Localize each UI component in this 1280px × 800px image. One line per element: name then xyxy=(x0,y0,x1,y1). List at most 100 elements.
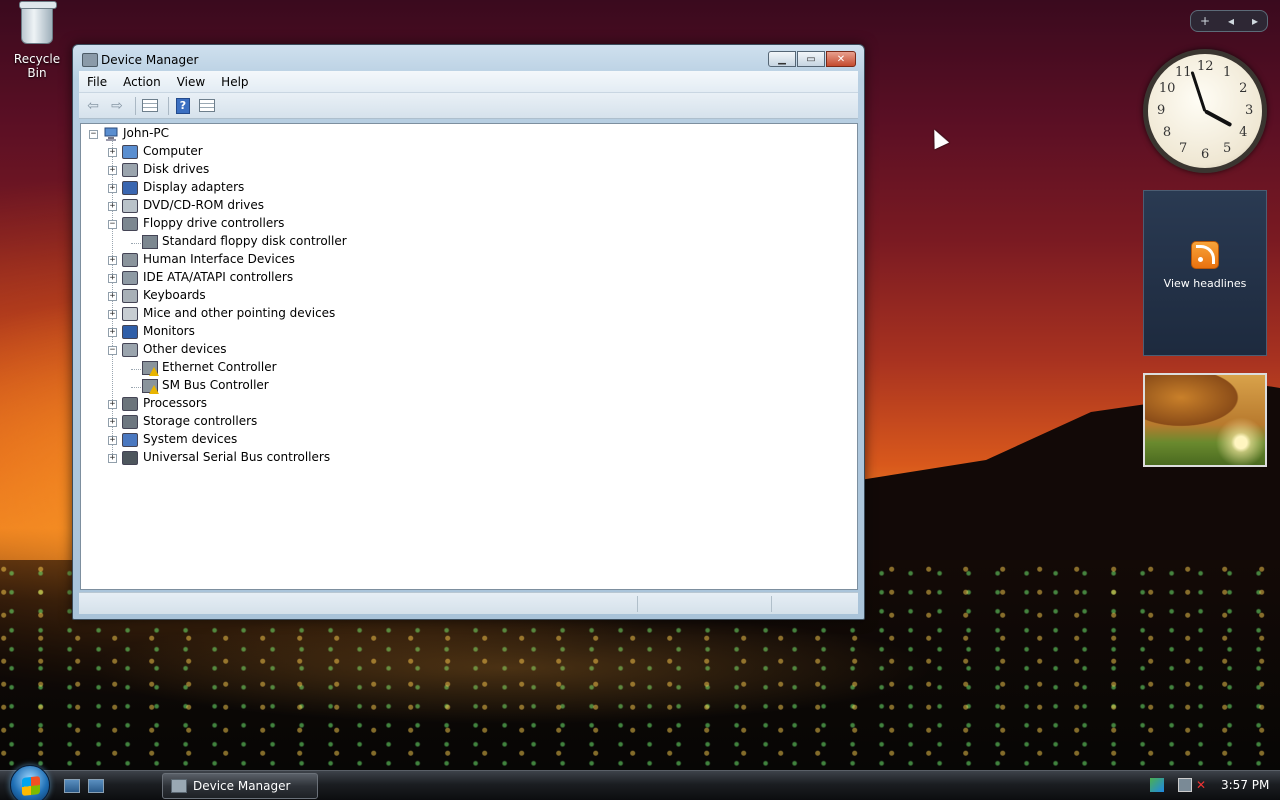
device-manager-icon xyxy=(171,779,187,793)
clock-number: 9 xyxy=(1157,103,1166,118)
clock-minute-hand xyxy=(1190,70,1207,112)
properties-icon[interactable] xyxy=(140,97,160,115)
tree-expand-toggle[interactable]: + xyxy=(108,202,117,211)
help-icon[interactable]: ? xyxy=(173,97,193,115)
display-adapter-icon xyxy=(122,181,138,195)
taskbar-device-manager[interactable]: Device Manager xyxy=(162,773,318,799)
tree-expand-toggle[interactable]: + xyxy=(108,328,117,337)
tree-category-label[interactable]: Other devices xyxy=(143,342,227,356)
show-desktop-icon[interactable] xyxy=(64,779,80,793)
recycle-bin[interactable]: Recycle Bin xyxy=(4,1,70,80)
tree-device-label[interactable]: Standard floppy disk controller xyxy=(162,234,347,248)
floppy-controller-icon xyxy=(122,217,138,231)
tree-device-label[interactable]: Ethernet Controller xyxy=(162,360,277,374)
previous-page-button[interactable]: ◂ xyxy=(1228,14,1234,28)
slideshow-gadget[interactable] xyxy=(1143,373,1267,467)
device-manager-window: Device Manager ▁ ▭ ✕ File Action View He… xyxy=(72,44,865,620)
menu-view[interactable]: View xyxy=(169,75,213,89)
toolbar: ⇦ ⇨ ? xyxy=(79,93,858,119)
mouse-icon xyxy=(122,307,138,321)
tree-expand-toggle[interactable]: + xyxy=(108,292,117,301)
taskbar-clock[interactable]: 3:57 PM xyxy=(1221,778,1269,792)
tree-expand-toggle[interactable]: + xyxy=(108,436,117,445)
storage-controller-icon xyxy=(122,415,138,429)
back-arrow-icon[interactable]: ⇦ xyxy=(83,97,103,115)
usb-icon xyxy=(122,451,138,465)
clock-gadget[interactable]: 12 1 2 3 4 5 6 7 8 9 10 11 xyxy=(1143,49,1267,173)
start-button[interactable] xyxy=(10,765,50,800)
tree-device-label[interactable]: SM Bus Controller xyxy=(162,378,269,392)
tree-category-label[interactable]: Processors xyxy=(143,396,207,410)
tree-expand-toggle[interactable]: + xyxy=(108,148,117,157)
tree-expand-toggle[interactable]: + xyxy=(108,184,117,193)
clock-number: 11 xyxy=(1175,64,1192,80)
console-tree-icon[interactable] xyxy=(197,97,217,115)
tree-category-label[interactable]: Universal Serial Bus controllers xyxy=(143,450,330,464)
tree-expand-toggle[interactable]: + xyxy=(108,256,117,265)
volume-muted-icon[interactable]: ✕ xyxy=(1196,778,1210,792)
tree-category-label[interactable]: DVD/CD-ROM drives xyxy=(143,198,264,212)
optical-drive-icon xyxy=(122,199,138,213)
window-title: Device Manager xyxy=(101,53,199,67)
menu-help[interactable]: Help xyxy=(213,75,256,89)
clock-number: 8 xyxy=(1162,125,1172,140)
tree-category-label[interactable]: IDE ATA/ATAPI controllers xyxy=(143,270,293,284)
hid-icon xyxy=(122,253,138,267)
recycle-bin-label: Recycle Bin xyxy=(13,52,61,80)
menu-bar: File Action View Help xyxy=(79,71,858,93)
tree-category-label[interactable]: Disk drives xyxy=(143,162,209,176)
switch-windows-icon[interactable] xyxy=(88,779,104,793)
tree-category-label[interactable]: Keyboards xyxy=(143,288,206,302)
maximize-button[interactable]: ▭ xyxy=(797,51,825,67)
toolbar-separator xyxy=(135,96,136,115)
computer-icon xyxy=(103,127,119,141)
clock-number: 1 xyxy=(1223,64,1232,80)
wallpaper-glow xyxy=(0,600,1280,770)
feed-label[interactable]: View headlines xyxy=(1144,277,1266,290)
tree-category-label[interactable]: Mice and other pointing devices xyxy=(143,306,335,320)
tree-category-label[interactable]: Storage controllers xyxy=(143,414,257,428)
tree-expand-toggle[interactable]: + xyxy=(108,418,117,427)
clock-hour-hand xyxy=(1204,109,1233,128)
disk-drive-icon xyxy=(122,163,138,177)
processor-icon xyxy=(122,397,138,411)
device-manager-icon xyxy=(82,53,98,67)
tree-expand-toggle[interactable]: − xyxy=(108,346,117,355)
taskbar-button-label: Device Manager xyxy=(193,779,291,793)
menu-file[interactable]: File xyxy=(79,75,115,89)
clock-number: 7 xyxy=(1179,141,1188,157)
tree-expand-toggle[interactable]: + xyxy=(108,400,117,409)
tree-expand-toggle[interactable]: + xyxy=(108,454,117,463)
tree-category-label[interactable]: Display adapters xyxy=(143,180,244,194)
tree-category-label[interactable]: System devices xyxy=(143,432,237,446)
warning-device-icon xyxy=(142,361,159,376)
tree-expand-toggle[interactable]: + xyxy=(108,310,117,319)
tree-category-label[interactable]: Monitors xyxy=(143,324,195,338)
tree-category-label[interactable]: Computer xyxy=(143,144,203,158)
minimize-button[interactable]: ▁ xyxy=(768,51,796,67)
menu-action[interactable]: Action xyxy=(115,75,169,89)
warning-icon xyxy=(149,367,159,376)
tree-category-label[interactable]: Floppy drive controllers xyxy=(143,216,284,230)
clock-number: 10 xyxy=(1158,81,1176,96)
next-page-button[interactable]: ▸ xyxy=(1252,14,1258,28)
add-gadget-button[interactable]: + xyxy=(1200,14,1210,28)
computer-icon xyxy=(122,145,138,159)
tree-expand-toggle[interactable]: + xyxy=(108,166,117,175)
tree-expand-toggle[interactable]: + xyxy=(108,274,117,283)
tree-category-label[interactable]: Human Interface Devices xyxy=(143,252,295,266)
close-button[interactable]: ✕ xyxy=(826,51,856,67)
tree-root-label[interactable]: John-PC xyxy=(123,126,169,140)
feed-headlines-gadget[interactable]: View headlines xyxy=(1143,190,1267,356)
language-bar-icon[interactable] xyxy=(1150,778,1164,792)
tree-expand-toggle[interactable]: − xyxy=(108,220,117,229)
title-bar[interactable]: Device Manager ▁ ▭ ✕ xyxy=(73,45,864,73)
network-icon[interactable] xyxy=(1178,778,1192,792)
ide-controller-icon xyxy=(122,271,138,285)
unknown-device-icon xyxy=(122,343,138,357)
root-collapse-toggle[interactable]: − xyxy=(89,130,98,139)
taskbar: Device Manager ✕ 3:57 PM xyxy=(0,765,1280,800)
forward-arrow-icon[interactable]: ⇨ xyxy=(107,97,127,115)
device-tree[interactable]: − John-PC + Computer + Disk drives + Display … xyxy=(80,123,858,590)
warning-device-icon xyxy=(142,379,159,394)
